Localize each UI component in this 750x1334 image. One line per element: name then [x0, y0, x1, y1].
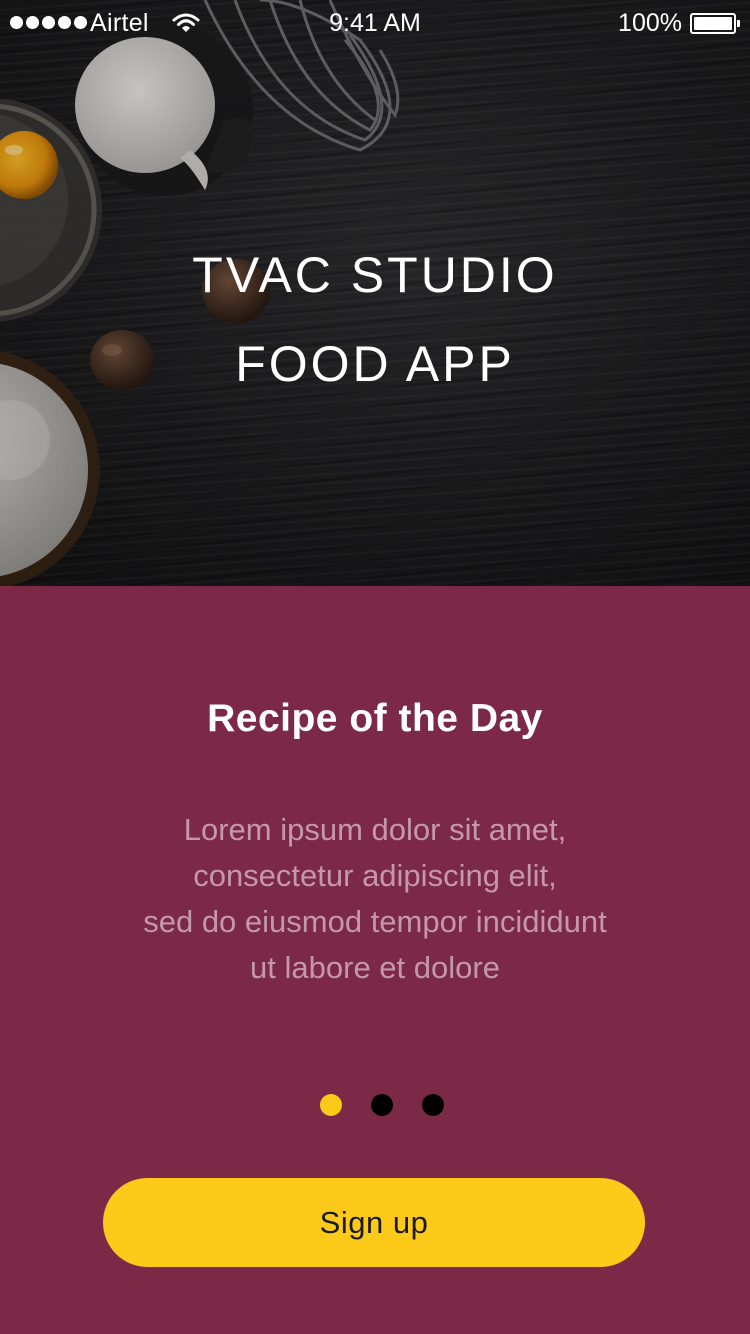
recipe-title: Recipe of the Day	[207, 697, 543, 740]
battery-percentage: 100%	[618, 9, 682, 37]
page-dot-active[interactable]	[320, 1094, 342, 1116]
hero-banner: Airtel 9:41 AM 100% TVAC STUDIO FOOD APP	[0, 0, 750, 586]
recipe-description: Lorem ipsum dolor sit amet, consectetur …	[60, 807, 690, 991]
recipe-panel: Recipe of the Day Lorem ipsum dolor sit …	[0, 586, 750, 1334]
recipe-description-line: consectetur adipiscing elit,	[193, 858, 557, 893]
status-bar: Airtel 9:41 AM 100%	[0, 0, 750, 48]
recipe-description-line: ut labore et dolore	[250, 950, 500, 985]
sign-up-button[interactable]: Sign up	[103, 1178, 645, 1267]
battery-icon	[690, 13, 740, 34]
recipe-description-line: Lorem ipsum dolor sit amet,	[183, 812, 567, 847]
app-title-line1: TVAC STUDIO	[192, 247, 558, 303]
page-indicator	[0, 1094, 750, 1116]
onboarding-screen: Airtel 9:41 AM 100% TVAC STUDIO FOOD APP…	[0, 0, 750, 1334]
app-title-line2: FOOD APP	[235, 336, 515, 392]
page-dot[interactable]	[422, 1094, 444, 1116]
page-dot[interactable]	[371, 1094, 393, 1116]
recipe-description-line: sed do eiusmod tempor incididunt	[143, 904, 607, 939]
